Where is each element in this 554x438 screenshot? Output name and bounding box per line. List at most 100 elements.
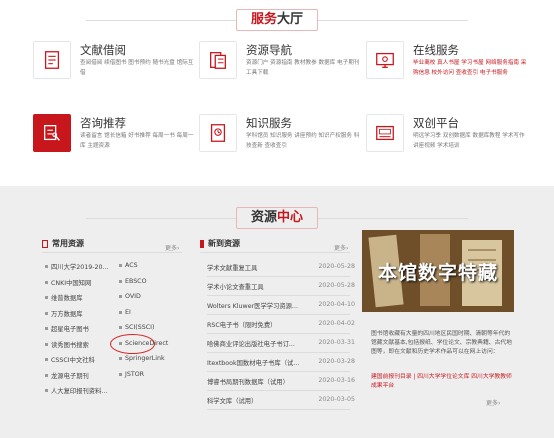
service-name[interactable]: 知识服务 xyxy=(246,115,292,131)
service-name[interactable]: 咨询推荐 xyxy=(80,115,126,131)
service-resource-navigation[interactable]: 资源导航 资源门户 资源指南 教材教参 数据库 电子期刊 工具下载 xyxy=(199,41,369,96)
digital-collection-banner[interactable]: 本馆数字特藏 xyxy=(362,230,514,312)
common-resources-title: 常用资源 xyxy=(52,239,84,248)
new-resource-title[interactable]: 科学文库（试用） xyxy=(207,396,312,405)
database-link[interactable]: EBSCO xyxy=(119,278,147,285)
new-resource-date: 2020-03-28 xyxy=(318,358,355,365)
database-link[interactable]: 维普数据库 xyxy=(45,293,82,302)
resource-center-title: 资源中心 xyxy=(0,206,554,230)
new-resource-title[interactable]: 哈佛商业评论出版社电子书订... xyxy=(207,339,312,348)
new-resources-more-link[interactable]: 更多› xyxy=(334,243,348,252)
new-resource-item[interactable]: 哈佛商业评论出版社电子书订... 2020-03-31 xyxy=(207,339,355,349)
more-label[interactable]: 更多 xyxy=(334,245,346,252)
database-link[interactable]: 人大复印报刊资料... xyxy=(45,386,107,395)
new-resource-date: 2020-03-16 xyxy=(318,377,355,384)
database-name[interactable]: 龙源电子期刊 xyxy=(51,371,89,380)
database-link[interactable]: ScienceDirect xyxy=(119,340,168,347)
database-link[interactable]: 读秀图书搜索 xyxy=(45,340,89,349)
collection-links[interactable]: 建国前报刊目录 | 四川大学学位论文库 四川大学教教师成果平台 xyxy=(371,373,513,391)
database-name[interactable]: EI xyxy=(125,309,131,316)
database-name[interactable]: 维普数据库 xyxy=(51,293,82,302)
service-online[interactable]: 在线服务 毕业离校 真人书屋 学习书屋 网络服务指南 采购信息 校外访问 查收查… xyxy=(366,41,536,96)
database-link[interactable]: 龙源电子期刊 xyxy=(45,371,89,380)
service-name[interactable]: 文献借阅 xyxy=(80,42,126,58)
database-link[interactable]: 四川大学2019-20... xyxy=(45,262,109,271)
service-hall-title-box: 服务大厅 xyxy=(235,9,319,31)
new-resource-title[interactable]: 博睿书局期刊数据库（试用） xyxy=(207,377,312,386)
service-innovation-platform[interactable]: 双创平台 明远学习季 双创数据库 数据库教程 学术写作 讲座视频 学术培训 xyxy=(366,114,536,169)
new-resource-title[interactable]: RSC电子书（限时免费） xyxy=(207,320,312,329)
new-resource-item[interactable]: RSC电子书（限时免费） 2020-04-02 xyxy=(207,320,355,330)
database-link[interactable]: OVID xyxy=(119,293,141,300)
new-resource-date: 2020-04-02 xyxy=(318,320,355,327)
new-resource-item[interactable]: Itextbook国数材电子书库（试... 2020-03-28 xyxy=(207,358,355,368)
service-description[interactable]: 查阅借阅 续借图书 图书预约 随书光盘 馆际互借 xyxy=(80,59,198,78)
database-link[interactable]: SpringerLink xyxy=(119,355,165,362)
row-divider xyxy=(207,371,350,372)
service-description[interactable]: 学科馆员 知识服务 讲座预约 知识产权服务 科技查新 查收查引 xyxy=(246,132,364,151)
row-divider xyxy=(207,314,350,315)
chevron-right-icon: › xyxy=(346,245,349,252)
service-description[interactable]: 资源门户 资源指南 教材教参 数据库 电子期刊 工具下载 xyxy=(246,59,364,78)
database-name[interactable]: 超星电子图书 xyxy=(51,324,89,333)
service-hall-title: 服务大厅 xyxy=(0,8,554,32)
database-name[interactable]: SCI(SSCI) xyxy=(125,324,154,331)
database-name[interactable]: CNKI中国知网 xyxy=(51,278,91,287)
database-link[interactable]: JSTOR xyxy=(119,371,144,378)
database-link[interactable]: EI xyxy=(119,309,131,316)
service-description[interactable]: 读者留言 馆长信箱 好书推荐 每周一书 每周一库 主题资源 xyxy=(80,132,198,151)
database-name[interactable]: 万方数据库 xyxy=(51,309,82,318)
service-name[interactable]: 资源导航 xyxy=(246,42,292,58)
database-link[interactable]: SCI(SSCI) xyxy=(119,324,154,331)
new-resource-item[interactable]: 学术文献重复工具 2020-05-28 xyxy=(207,263,355,273)
database-name[interactable]: 读秀图书搜索 xyxy=(51,340,89,349)
new-resource-item[interactable]: 学术小论文查重工具 2020-05-28 xyxy=(207,282,355,292)
service-description[interactable]: 毕业离校 真人书屋 学习书屋 网络服务指南 采购信息 校外访问 查收查引 电子书… xyxy=(413,59,531,78)
database-name[interactable]: OVID xyxy=(125,293,141,300)
database-name[interactable]: ScienceDirect xyxy=(125,340,168,347)
database-name[interactable]: JSTOR xyxy=(125,371,144,378)
new-resource-title[interactable]: 学术小论文查重工具 xyxy=(207,282,312,291)
database-link[interactable]: ACS xyxy=(119,262,138,269)
new-resource-date: 2020-03-31 xyxy=(318,339,355,346)
database-name[interactable]: SpringerLink xyxy=(125,355,165,362)
service-name[interactable]: 双创平台 xyxy=(413,115,459,131)
chevron-right-icon: › xyxy=(498,400,501,407)
service-description[interactable]: 明远学习季 双创数据库 数据库教程 学术写作 讲座视频 学术培训 xyxy=(413,132,531,151)
new-resource-item[interactable]: 博睿书局期刊数据库（试用） 2020-03-16 xyxy=(207,377,355,387)
database-name[interactable]: ACS xyxy=(125,262,138,269)
database-name[interactable]: EBSCO xyxy=(125,278,147,285)
new-resource-title[interactable]: 学术文献重复工具 xyxy=(207,263,312,272)
feature-more-link[interactable]: 更多› xyxy=(486,398,500,407)
bullet-icon xyxy=(45,311,48,315)
database-link[interactable]: CSSCI中文社科 xyxy=(45,355,95,364)
bullet-icon xyxy=(45,280,48,284)
new-resource-item[interactable]: Wolters Kluwer医学学习资源... 2020-04-10 xyxy=(207,301,355,311)
bullet-icon xyxy=(45,358,48,361)
title-divider-left xyxy=(85,19,236,21)
service-literature-borrowing[interactable]: 文献借阅 查阅借阅 续借图书 图书预约 随书光盘 馆际互借 xyxy=(33,41,203,96)
bullet-icon xyxy=(119,295,122,298)
database-link[interactable]: 万方数据库 xyxy=(45,309,82,318)
bullet-icon xyxy=(119,357,122,360)
database-name[interactable]: 人大复印报刊资料... xyxy=(51,386,107,395)
database-name[interactable]: CSSCI中文社科 xyxy=(51,355,95,364)
database-link[interactable]: CNKI中国知网 xyxy=(45,278,91,287)
database-name[interactable]: 四川大学2019-20... xyxy=(51,262,109,271)
new-resource-title[interactable]: Itextbook国数材电子书库（试... xyxy=(207,358,312,367)
more-label[interactable]: 更多 xyxy=(165,245,177,252)
more-label[interactable]: 更多 xyxy=(486,400,498,407)
new-resource-title[interactable]: Wolters Kluwer医学学习资源... xyxy=(207,301,312,310)
service-name[interactable]: 在线服务 xyxy=(413,42,459,58)
service-knowledge[interactable]: 知识服务 学科馆员 知识服务 讲座预约 知识产权服务 科技查新 查收查引 xyxy=(199,114,369,169)
online-service-icon xyxy=(366,41,404,79)
new-resources-title: 新到资源 xyxy=(208,239,240,248)
new-resource-item[interactable]: 科学文库（试用） 2020-03-05 xyxy=(207,396,355,406)
bullet-icon xyxy=(45,342,48,346)
service-consulting[interactable]: 咨询推荐 读者留言 馆长信箱 好书推荐 每周一书 每周一库 主题资源 xyxy=(33,114,203,169)
common-resources-more-link[interactable]: 更多› xyxy=(165,243,179,252)
bullet-icon xyxy=(45,327,48,330)
banner-caption: 本馆数字特藏 xyxy=(377,261,498,284)
new-resource-date: 2020-03-05 xyxy=(318,396,355,403)
database-link[interactable]: 超星电子图书 xyxy=(45,324,89,333)
